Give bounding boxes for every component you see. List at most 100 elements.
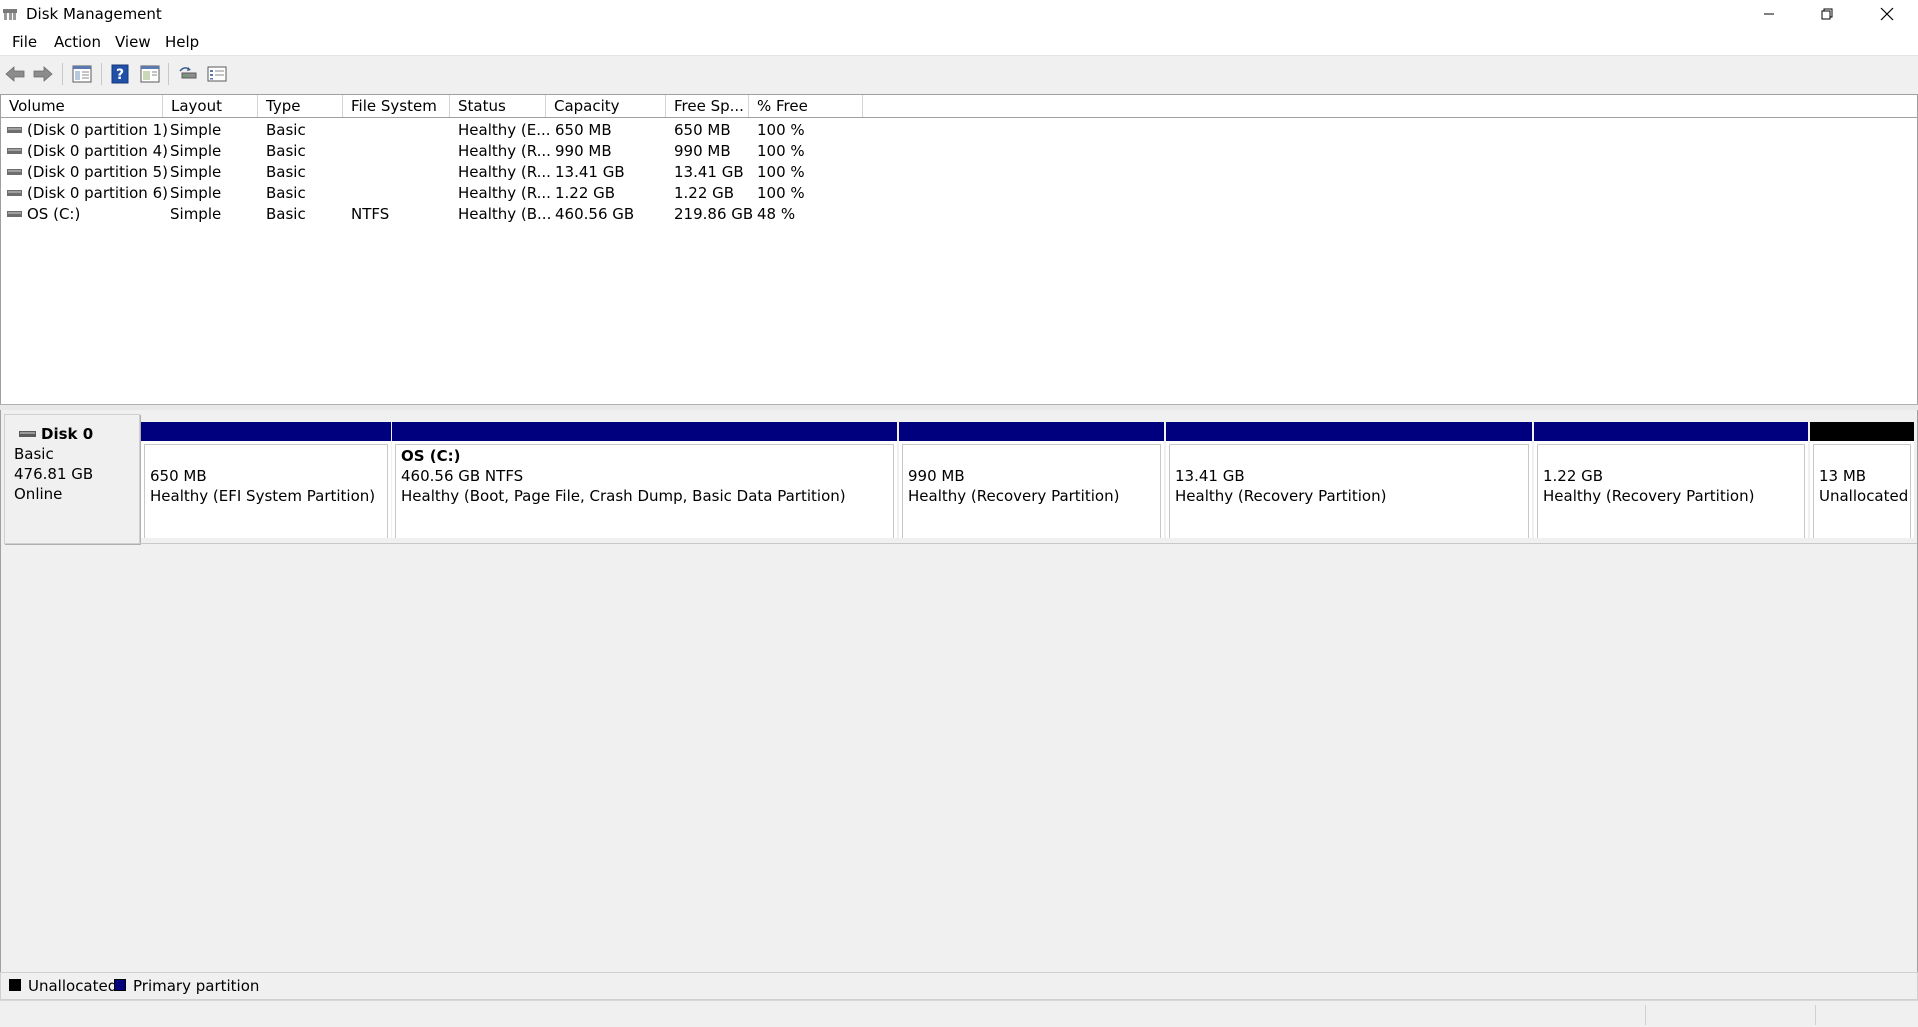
close-button[interactable] [1858, 0, 1916, 28]
partition-body: 650 MB Healthy (EFI System Partition) [144, 444, 388, 538]
volume-status: Healthy (B... [458, 205, 552, 223]
volume-row[interactable]: (Disk 0 partition 6) Simple Basic Health… [1, 183, 1917, 204]
column-header-file-system[interactable]: File System [343, 95, 450, 117]
menu-action[interactable]: Action [54, 33, 101, 51]
legend-bar: Unallocated Primary partition [0, 972, 1918, 1000]
volume-row[interactable]: (Disk 0 partition 4) Simple Basic Health… [1, 141, 1917, 162]
volume-type: Basic [266, 163, 306, 181]
help-button[interactable]: ? [108, 62, 132, 86]
volume-layout: Simple [170, 142, 222, 160]
partition-recovery-1[interactable]: 990 MB Healthy (Recovery Partition) [899, 422, 1164, 538]
volume-percent-free: 100 % [757, 163, 805, 181]
partition-os-c[interactable]: OS (C:) 460.56 GB NTFS Healthy (Boot, Pa… [392, 422, 897, 538]
volume-name: (Disk 0 partition 6) [27, 184, 168, 202]
disk-name: Disk 0 [41, 425, 94, 443]
properties-icon [140, 65, 160, 83]
partition-body: 13.41 GB Healthy (Recovery Partition) [1169, 444, 1529, 538]
volume-capacity: 1.22 GB [555, 184, 616, 202]
volume-row[interactable]: (Disk 0 partition 1) Simple Basic Health… [1, 120, 1917, 141]
partition-size: 990 MB [908, 467, 965, 485]
volume-free-space: 1.22 GB [674, 184, 735, 202]
column-header-volume[interactable]: Volume [1, 95, 163, 117]
legend-unallocated: Unallocated [28, 977, 118, 995]
restore-button[interactable] [1798, 0, 1856, 28]
partition-body: 13 MB Unallocated [1813, 444, 1911, 538]
partition-size: 13.41 GB [1175, 467, 1245, 485]
back-arrow-icon [5, 66, 25, 82]
column-header-capacity[interactable]: Capacity [546, 95, 666, 117]
volume-icon [7, 169, 22, 175]
properties-button[interactable] [138, 62, 162, 86]
partition-size: 460.56 GB NTFS [401, 467, 524, 485]
column-header-percent-free[interactable]: % Free [749, 95, 863, 117]
column-header-status[interactable]: Status [450, 95, 546, 117]
volume-free-space: 13.41 GB [674, 163, 744, 181]
restore-icon [1821, 8, 1833, 20]
volume-capacity: 650 MB [555, 121, 612, 139]
back-button[interactable] [3, 62, 27, 86]
volume-type: Basic [266, 184, 306, 202]
disk-type: Basic [14, 445, 54, 463]
menu-bar: File Action View Help [0, 28, 1918, 55]
volume-icon [7, 211, 22, 217]
title-bar: Disk Management [0, 0, 1918, 28]
volume-percent-free: 100 % [757, 121, 805, 139]
volume-capacity: 13.41 GB [555, 163, 625, 181]
minimize-icon [1764, 13, 1774, 15]
volume-status: Healthy (R... [458, 163, 551, 181]
menu-file[interactable]: File [12, 33, 37, 51]
disk-management-app-icon [3, 9, 17, 20]
status-bar [0, 1000, 1918, 1027]
volume-capacity: 460.56 GB [555, 205, 635, 223]
legend-primary-partition: Primary partition [133, 977, 260, 995]
volume-icon [7, 190, 22, 196]
volume-name: OS (C:) [27, 205, 81, 223]
disk-graphical-view: Disk 0 Basic 476.81 GB Online 650 MB Hea… [0, 410, 1918, 972]
partition-recovery-3[interactable]: 1.22 GB Healthy (Recovery Partition) [1534, 422, 1808, 538]
volume-row[interactable]: OS (C:) Simple Basic NTFS Healthy (B... … [1, 204, 1917, 225]
column-header-free-space[interactable]: Free Sp... [666, 95, 749, 117]
forward-arrow-icon [33, 66, 53, 82]
partition-color-bar [1534, 422, 1808, 441]
volume-status: Healthy (R... [458, 142, 551, 160]
help-icon: ? [111, 64, 129, 84]
volume-status: Healthy (R... [458, 184, 551, 202]
primary-partition-swatch [114, 979, 126, 991]
partition-color-bar [1810, 422, 1914, 441]
list-view-button[interactable] [205, 62, 229, 86]
volume-layout: Simple [170, 121, 222, 139]
toolbar-separator [101, 63, 102, 85]
disk-0-label[interactable]: Disk 0 Basic 476.81 GB Online [4, 414, 140, 544]
rescan-disks-button[interactable] [176, 62, 200, 86]
column-header-layout[interactable]: Layout [163, 95, 258, 117]
partition-size: 650 MB [150, 467, 207, 485]
partition-color-bar [1166, 422, 1532, 441]
volume-status: Healthy (E... [458, 121, 551, 139]
column-header-type[interactable]: Type [258, 95, 343, 117]
status-separator [1815, 1005, 1816, 1025]
disk-row-divider [138, 543, 1917, 544]
volume-list: Volume Layout Type File System Status Ca… [0, 94, 1918, 406]
partition-status: Healthy (Boot, Page File, Crash Dump, Ba… [401, 487, 846, 505]
show-hide-console-tree-button[interactable] [70, 62, 94, 86]
volume-row[interactable]: (Disk 0 partition 5) Simple Basic Health… [1, 162, 1917, 183]
partition-efi[interactable]: 650 MB Healthy (EFI System Partition) [141, 422, 391, 538]
menu-view[interactable]: View [115, 33, 151, 51]
partition-recovery-2[interactable]: 13.41 GB Healthy (Recovery Partition) [1166, 422, 1532, 538]
minimize-button[interactable] [1740, 0, 1798, 28]
volume-capacity: 990 MB [555, 142, 612, 160]
menu-help[interactable]: Help [165, 33, 199, 51]
volume-layout: Simple [170, 205, 222, 223]
partition-color-bar [392, 422, 897, 441]
volume-name: (Disk 0 partition 4) [27, 142, 168, 160]
partition-unallocated[interactable]: 13 MB Unallocated [1810, 422, 1914, 538]
forward-button[interactable] [31, 62, 55, 86]
volume-name: (Disk 0 partition 5) [27, 163, 168, 181]
partition-status: Healthy (Recovery Partition) [908, 487, 1120, 505]
partition-name: OS (C:) [401, 447, 461, 465]
partition-color-bar [141, 422, 391, 441]
disk-icon [19, 431, 36, 437]
volume-free-space: 990 MB [674, 142, 731, 160]
volume-free-space: 219.86 GB [674, 205, 754, 223]
volume-icon [7, 148, 22, 154]
